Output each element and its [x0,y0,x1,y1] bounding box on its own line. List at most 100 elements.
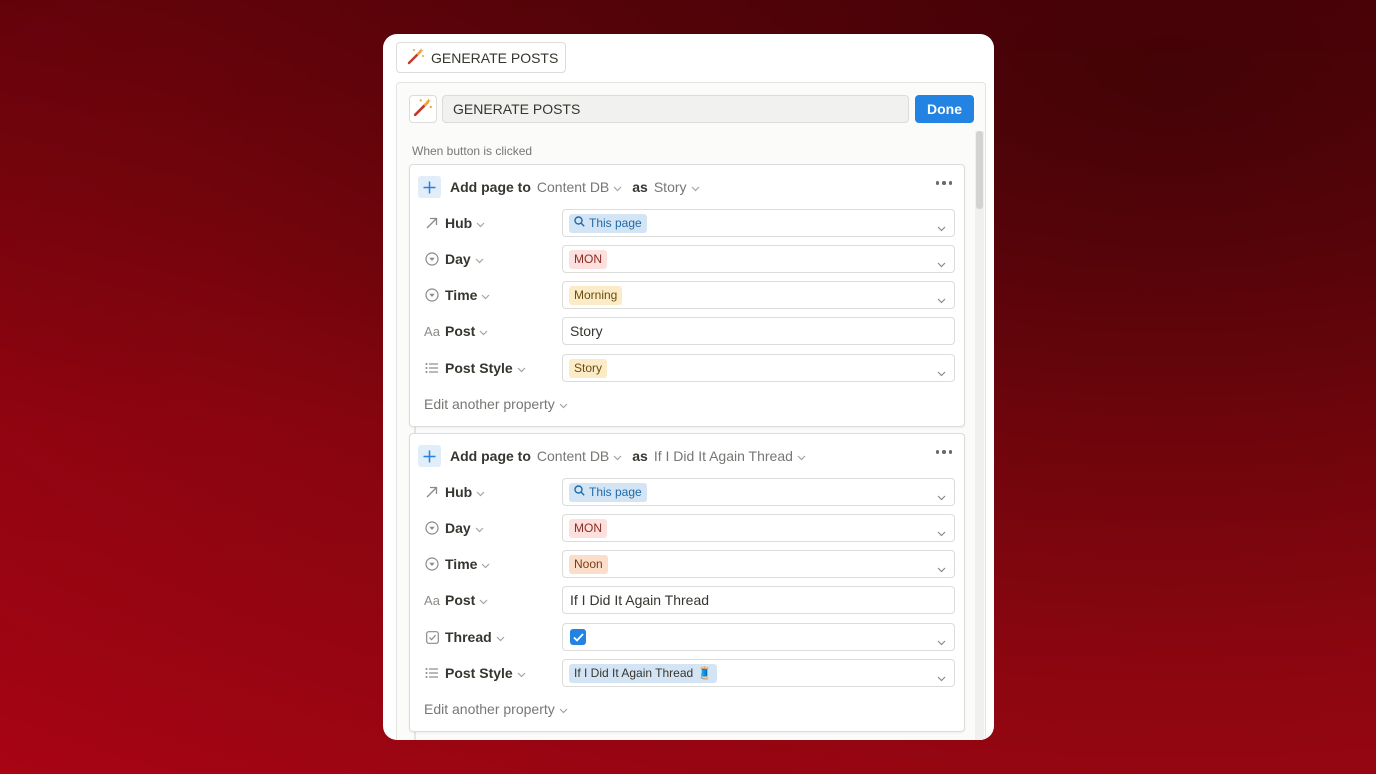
chevron-down-icon [481,556,490,572]
chevron-down-icon [517,665,526,681]
list-icon [424,665,440,681]
property-row-hub: Hub This page [418,209,956,237]
as-label: as [632,179,648,195]
action-connector [414,732,416,740]
property-name: Post [445,592,476,608]
template-selector[interactable]: Story [654,179,700,195]
property-label[interactable]: Aa Post [424,317,488,345]
select-icon [424,251,440,267]
chevron-down-icon [517,360,526,376]
property-name: Day [445,251,471,267]
scrollbar[interactable] [975,131,984,740]
title-icon: Aa [424,323,440,339]
property-row-thread: Thread [418,623,956,651]
time-value-field[interactable]: Morning [562,281,955,309]
chevron-down-icon [937,560,946,578]
edit-another-property-button[interactable]: Edit another property [424,396,568,412]
chevron-down-icon [691,179,700,195]
post-style-value-field[interactable]: Story [562,354,955,382]
generate-posts-button[interactable]: GENERATE POSTS [396,42,566,73]
database-name: Content DB [536,179,610,195]
relation-tag: This page [569,482,647,502]
select-tag: Noon [569,554,608,574]
button-config-panel: GENERATE POSTS Done When button is click… [396,82,986,740]
chevron-down-icon [937,291,946,309]
generate-posts-label: GENERATE POSTS [431,49,559,66]
day-value-field[interactable]: MON [562,514,955,542]
magic-wand-icon [407,47,425,68]
chevron-down-icon [479,592,488,608]
property-label[interactable]: Post Style [424,354,526,382]
chevron-down-icon [937,364,946,382]
chevron-down-icon [937,669,946,687]
property-label[interactable]: Aa Post [424,586,488,614]
list-icon [424,360,440,376]
relation-arrow-icon [424,215,440,231]
day-value-field[interactable]: MON [562,245,955,273]
title-icon: Aa [424,592,440,608]
post-value-input[interactable]: If I Did It Again Thread [562,586,955,614]
post-style-value-field[interactable]: If I Did It Again Thread 🧵 [562,659,955,687]
thread-spool-icon: 🧵 [697,665,713,680]
chevron-down-icon [475,251,484,267]
chevron-down-icon [481,287,490,303]
action-header: Add page to Content DB as Story [418,176,956,198]
button-editor-window: GENERATE POSTS GENERATE POSTS Done When … [383,34,994,740]
chevron-down-icon [797,448,806,464]
template-selector[interactable]: If I Did It Again Thread [654,448,806,464]
chevron-down-icon [613,448,622,464]
database-selector[interactable]: Content DB [537,179,622,195]
icon-picker-button[interactable] [409,95,437,123]
property-name: Time [445,556,478,572]
relation-tag: This page [569,213,647,233]
done-button[interactable]: Done [915,95,974,123]
checkbox-icon [424,629,440,645]
post-value: Story [570,323,603,339]
select-tag: MON [569,249,607,269]
property-label[interactable]: Post Style [424,659,526,687]
select-tag: Morning [569,285,623,305]
property-label[interactable]: Day [424,245,484,273]
chevron-down-icon [559,701,568,717]
edit-another-property-button[interactable]: Edit another property [424,701,568,717]
hub-value-field[interactable]: This page [562,478,955,506]
plus-icon[interactable] [418,176,441,198]
chevron-down-icon [476,215,485,231]
post-value-input[interactable]: Story [562,317,955,345]
property-label[interactable]: Thread [424,623,505,651]
chevron-down-icon [937,255,946,273]
time-value-field[interactable]: Noon [562,550,955,578]
scrollbar-thumb[interactable] [976,131,983,209]
property-row-time: Time Morning [418,281,956,309]
chevron-down-icon [475,520,484,536]
chevron-down-icon [613,179,622,195]
more-options-icon[interactable] [935,181,952,185]
thread-checkbox[interactable] [570,629,586,645]
button-name-row: GENERATE POSTS Done [409,95,974,123]
more-options-icon[interactable] [935,450,952,454]
property-name: Post Style [445,360,513,376]
plus-icon[interactable] [418,445,441,467]
property-name: Post [445,323,476,339]
database-name: Content DB [536,448,610,464]
action-header: Add page to Content DB as If I Did It Ag… [418,445,956,467]
chevron-down-icon [937,219,946,237]
property-row-post: Aa Post If I Did It Again Thread [418,586,956,614]
chevron-down-icon [476,484,485,500]
property-label[interactable]: Hub [424,209,485,237]
property-label[interactable]: Hub [424,478,485,506]
database-selector[interactable]: Content DB [537,448,622,464]
thread-value-field[interactable] [562,623,955,651]
hub-value-field[interactable]: This page [562,209,955,237]
property-row-post-style: Post Style Story [418,354,956,382]
button-name-input[interactable]: GENERATE POSTS [442,95,909,123]
property-label[interactable]: Day [424,514,484,542]
action-verb: Add page to [450,179,531,195]
property-label[interactable]: Time [424,550,490,578]
action-card: Add page to Content DB as If I Did It Ag… [409,433,965,732]
select-tag: Story [569,358,608,378]
property-label[interactable]: Time [424,281,490,309]
chevron-down-icon [559,396,568,412]
select-icon [424,520,440,536]
template-name: If I Did It Again Thread [653,448,793,464]
